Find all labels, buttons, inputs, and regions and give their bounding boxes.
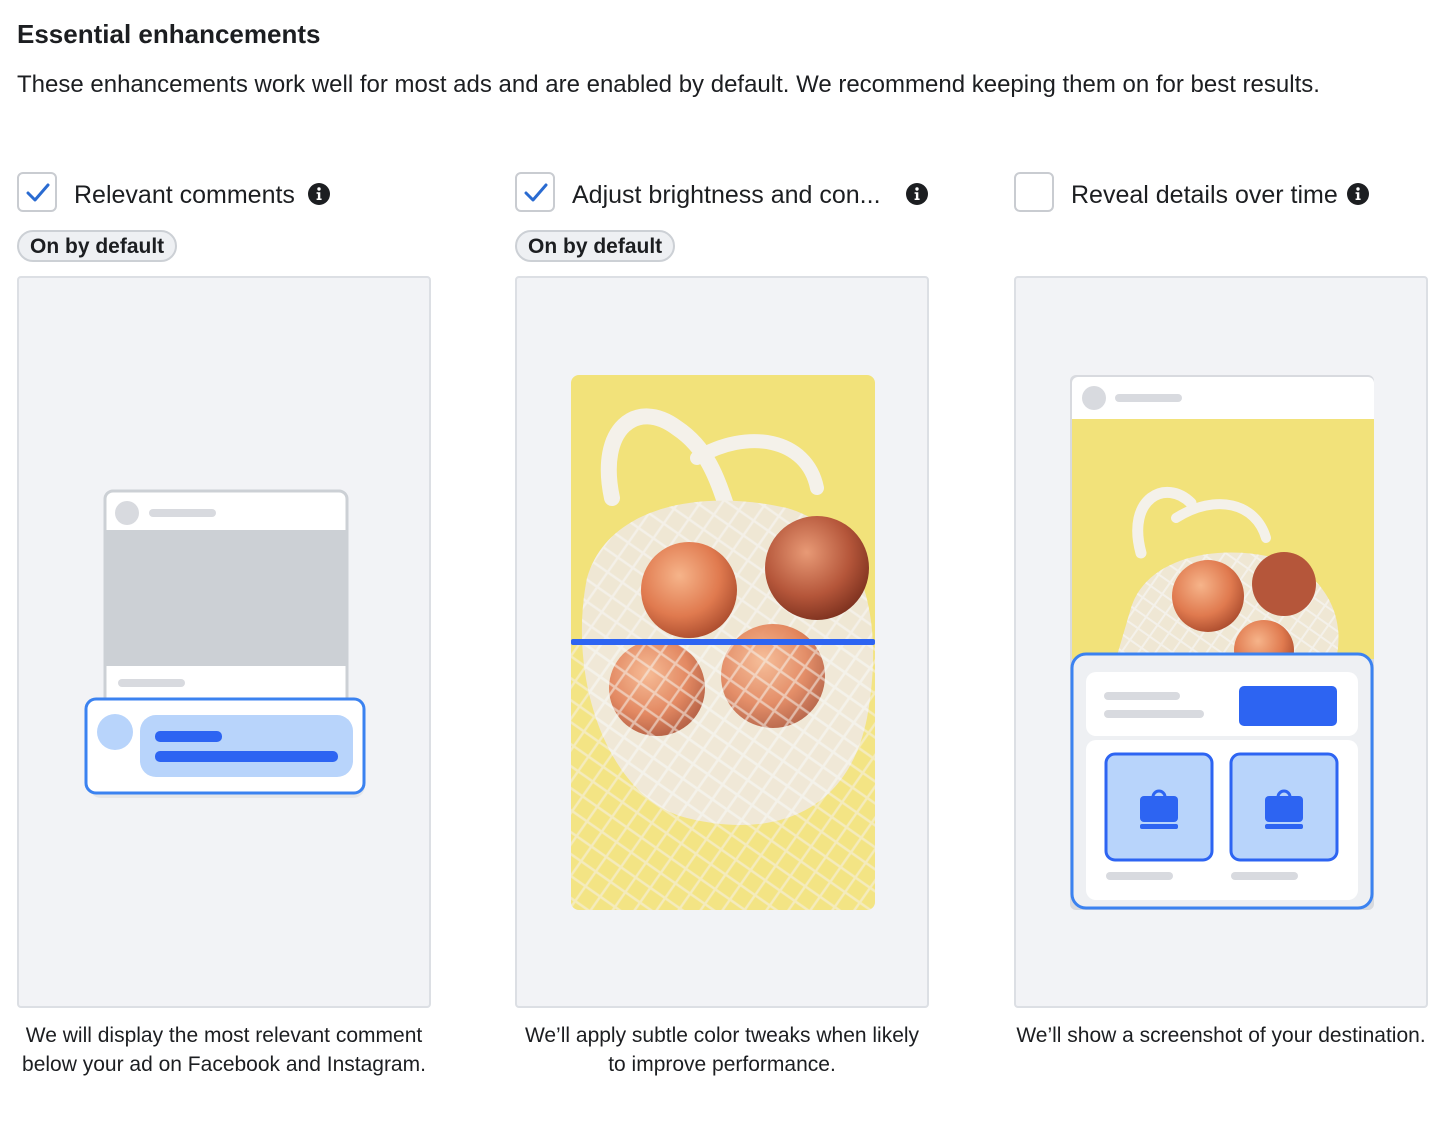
option-description: We’ll show a screenshot of your destinat… xyxy=(1016,1024,1426,1047)
option-header: Reveal details over time xyxy=(1014,172,1428,216)
enhancement-relevant-comments: Relevant comments On by default We will … xyxy=(17,0,431,1140)
option-label[interactable]: Adjust brightness and con... xyxy=(572,175,881,215)
option-label[interactable]: Reveal details over time xyxy=(1071,175,1338,215)
preview-panel xyxy=(515,276,929,1008)
status-badge: On by default xyxy=(17,230,178,262)
option-description: We’ll apply subtle color tweaks when lik… xyxy=(524,1024,920,1076)
info-icon[interactable] xyxy=(906,183,928,205)
preview-panel xyxy=(17,276,431,1008)
info-icon[interactable] xyxy=(1347,183,1369,205)
option-header: Relevant comments xyxy=(17,172,431,216)
comments-illustration xyxy=(84,489,366,798)
enhancement-reveal-details: Reveal details over time We’ll show a sc… xyxy=(1014,0,1428,1140)
status-badge: On by default xyxy=(515,230,676,262)
destination-illustration xyxy=(1070,375,1374,910)
peach-bag-photo xyxy=(571,375,875,910)
enhancement-brightness-contrast: Adjust brightness and con... On by defau… xyxy=(515,0,929,1140)
info-icon[interactable] xyxy=(308,183,330,205)
option-header: Adjust brightness and con... xyxy=(515,172,929,216)
relevant-comments-checkbox[interactable] xyxy=(17,172,57,212)
reveal-details-checkbox[interactable] xyxy=(1014,172,1054,212)
preview-panel xyxy=(1014,276,1428,1008)
checkmark-icon xyxy=(524,183,548,202)
brightness-checkbox[interactable] xyxy=(515,172,555,212)
option-description: We will display the most relevant commen… xyxy=(22,1024,426,1076)
checkmark-icon xyxy=(26,183,50,202)
option-label[interactable]: Relevant comments xyxy=(74,175,295,215)
